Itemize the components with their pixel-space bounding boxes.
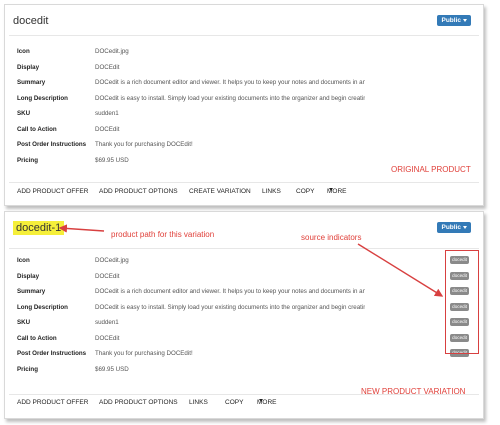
field-sku: SKU sudden1 docedit (17, 318, 469, 326)
source-indicators-label: source indicators (301, 233, 362, 242)
field-list: Icon DOCedit.jpg Display DOCEdit Summary DO… (17, 44, 457, 168)
copy-button[interactable]: COPY (296, 188, 314, 195)
field-long-description: Long Description DOCedit is easy to insta… (17, 302, 469, 311)
copy-button[interactable]: COPY (225, 399, 243, 406)
field-list: Icon DOCedit.jpg docedit Display DOCEdit doc… (17, 253, 469, 377)
field-sku: SKU sudden1 (17, 110, 119, 117)
divider (9, 35, 479, 36)
add-product-options-button[interactable]: ADD PRODUCT OPTIONS (99, 188, 178, 195)
divider (9, 248, 479, 249)
visibility-dropdown[interactable]: Public (437, 15, 471, 26)
field-display: Display DOCEdit docedit (17, 271, 469, 280)
add-product-options-button[interactable]: ADD PRODUCT OPTIONS (99, 399, 178, 406)
divider (9, 394, 479, 395)
source-indicators-highlight (445, 250, 479, 354)
create-variation-button[interactable]: CREATE VARIATION (189, 188, 251, 195)
field-summary: Summary DOCedit is a rich document editor… (17, 79, 365, 86)
caret-down-icon (259, 399, 263, 402)
caret-down-icon (463, 225, 467, 229)
original-product-card: docedit Public Icon DOCedit.jpg Display DO… (4, 4, 484, 206)
product-path: docedit-1 (13, 221, 65, 235)
field-pricing: Pricing $69.95 USD (17, 365, 129, 373)
product-path-label: product path for this variation (111, 230, 215, 239)
screenshot-frame: docedit Public Icon DOCedit.jpg Display DO… (0, 0, 500, 425)
field-icon: Icon DOCedit.jpg (17, 48, 129, 55)
caret-down-icon (463, 18, 467, 22)
caret-down-icon (329, 188, 333, 191)
variation-product-card: docedit-1 Public product path for this v… (4, 211, 484, 419)
field-icon: Icon DOCedit.jpg docedit (17, 256, 469, 264)
add-product-offer-button[interactable]: ADD PRODUCT OFFER (17, 188, 88, 195)
divider (9, 182, 479, 183)
field-post-order-instructions: Post Order Instructions Thank you for pur… (17, 141, 193, 148)
field-call-to-action: Call to Action DOCEdit docedit (17, 333, 469, 342)
original-product-label: ORIGINAL PRODUCT (391, 165, 471, 174)
links-button[interactable]: LINKS (189, 399, 208, 406)
product-title: docedit (13, 15, 49, 27)
links-button[interactable]: LINKS (262, 188, 281, 195)
add-product-offer-button[interactable]: ADD PRODUCT OFFER (17, 399, 88, 406)
field-summary: Summary DOCedit is a rich document editor… (17, 287, 469, 295)
visibility-dropdown[interactable]: Public (437, 222, 471, 233)
field-call-to-action: Call to Action DOCEdit (17, 125, 120, 133)
field-long-description: Long Description DOCedit is easy to insta… (17, 94, 365, 102)
field-display: Display DOCEdit (17, 63, 120, 71)
field-post-order-instructions: Post Order Instructions Thank you for pur… (17, 349, 469, 357)
